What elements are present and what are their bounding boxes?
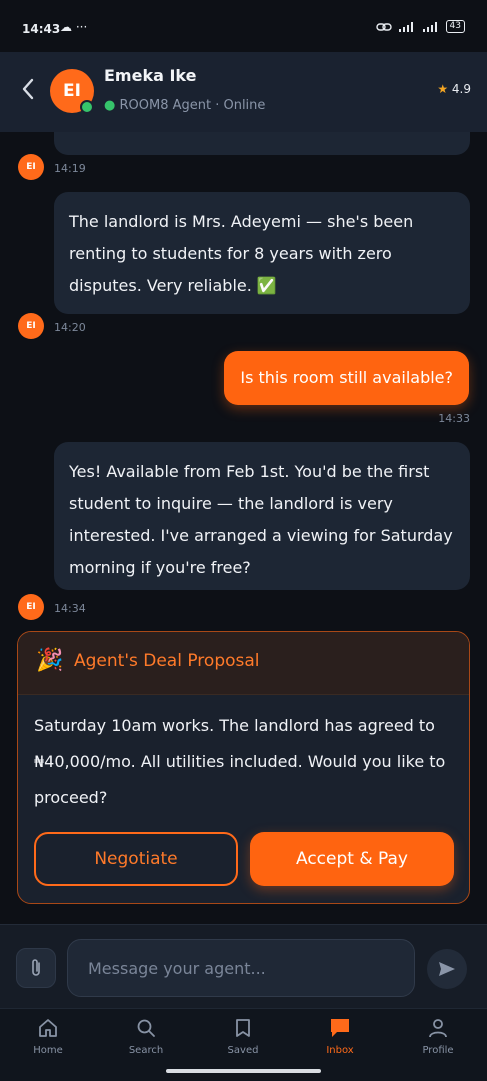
avatar: EI bbox=[18, 154, 44, 180]
send-button[interactable] bbox=[427, 949, 467, 989]
battery-icon: 43 bbox=[445, 20, 465, 33]
negotiate-button[interactable]: Negotiate bbox=[34, 832, 238, 886]
search-icon bbox=[137, 1019, 155, 1037]
deal-title: Agent's Deal Proposal bbox=[74, 651, 260, 671]
message-time: 14:20 bbox=[54, 321, 86, 334]
message-composer bbox=[0, 924, 487, 1009]
chevron-left-icon[interactable] bbox=[16, 74, 40, 104]
inbox-icon bbox=[331, 1019, 349, 1037]
agent-rating: ★ 4.9 bbox=[437, 82, 471, 96]
tab-label: Saved bbox=[227, 1045, 259, 1056]
tab-label: Inbox bbox=[326, 1045, 354, 1056]
send-icon bbox=[439, 962, 455, 976]
link-icon bbox=[375, 22, 392, 31]
deal-header: 🎉 Agent's Deal Proposal bbox=[18, 632, 469, 695]
agent-name: Emeka Ike bbox=[104, 66, 197, 85]
accept-pay-button[interactable]: Accept & Pay bbox=[250, 832, 454, 886]
agent-subtitle: ● ROOM8 Agent · Online bbox=[104, 98, 265, 113]
paperclip-icon bbox=[32, 959, 40, 976]
home-indicator[interactable] bbox=[166, 1069, 321, 1073]
signal-icon-2 bbox=[422, 21, 437, 32]
status-time: 14:43 bbox=[22, 22, 61, 36]
tab-profile[interactable]: Profile bbox=[403, 1017, 473, 1056]
message-time: 14:19 bbox=[54, 162, 86, 175]
status-bar: 14:43 ☁ ··· 43 bbox=[0, 0, 487, 52]
status-icons: 43 bbox=[375, 20, 465, 33]
party-popper-icon: 🎉 bbox=[36, 648, 64, 673]
bookmark-icon bbox=[236, 1019, 250, 1037]
online-indicator-icon: ● bbox=[104, 98, 116, 113]
message-bubble-agent: The landlord is Mrs. Adeyemi — she's bee… bbox=[54, 192, 470, 314]
chat-header: EI Emeka Ike ● ROOM8 Agent · Online ★ 4.… bbox=[0, 52, 487, 132]
avatar: EI bbox=[18, 594, 44, 620]
rating-value: 4.9 bbox=[451, 82, 471, 96]
attach-button[interactable] bbox=[16, 948, 56, 988]
star-icon: ★ bbox=[437, 82, 449, 96]
avatar: EI bbox=[18, 313, 44, 339]
agent-status-text: ROOM8 Agent · Online bbox=[119, 98, 266, 113]
message-input[interactable] bbox=[67, 939, 415, 997]
tab-label: Profile bbox=[422, 1045, 454, 1056]
chat-messages[interactable]: EI 14:19 The landlord is Mrs. Adeyemi — … bbox=[0, 132, 487, 924]
tab-label: Search bbox=[128, 1045, 164, 1056]
tab-home[interactable]: Home bbox=[13, 1017, 83, 1056]
deal-body: Saturday 10am works. The landlord has ag… bbox=[34, 716, 446, 807]
tab-inbox[interactable]: Inbox bbox=[305, 1017, 375, 1056]
message-bubble-agent: Yes! Available from Feb 1st. You'd be th… bbox=[54, 442, 470, 590]
profile-icon bbox=[429, 1019, 447, 1038]
signal-icon bbox=[398, 21, 413, 32]
deal-proposal-card: 🎉 Agent's Deal Proposal Saturday 10am wo… bbox=[17, 631, 470, 904]
home-icon bbox=[39, 1019, 57, 1037]
message-bubble-user: Is this room still available? bbox=[224, 351, 469, 405]
tab-saved[interactable]: Saved bbox=[208, 1017, 278, 1056]
message-bubble-partial bbox=[54, 132, 470, 155]
cloud-icon: ☁ ··· bbox=[60, 20, 88, 34]
tab-label: Home bbox=[33, 1045, 63, 1056]
tab-search[interactable]: Search bbox=[111, 1017, 181, 1056]
message-time: 14:34 bbox=[54, 602, 86, 615]
message-time: 14:33 bbox=[438, 412, 470, 425]
online-status-dot bbox=[80, 100, 94, 114]
